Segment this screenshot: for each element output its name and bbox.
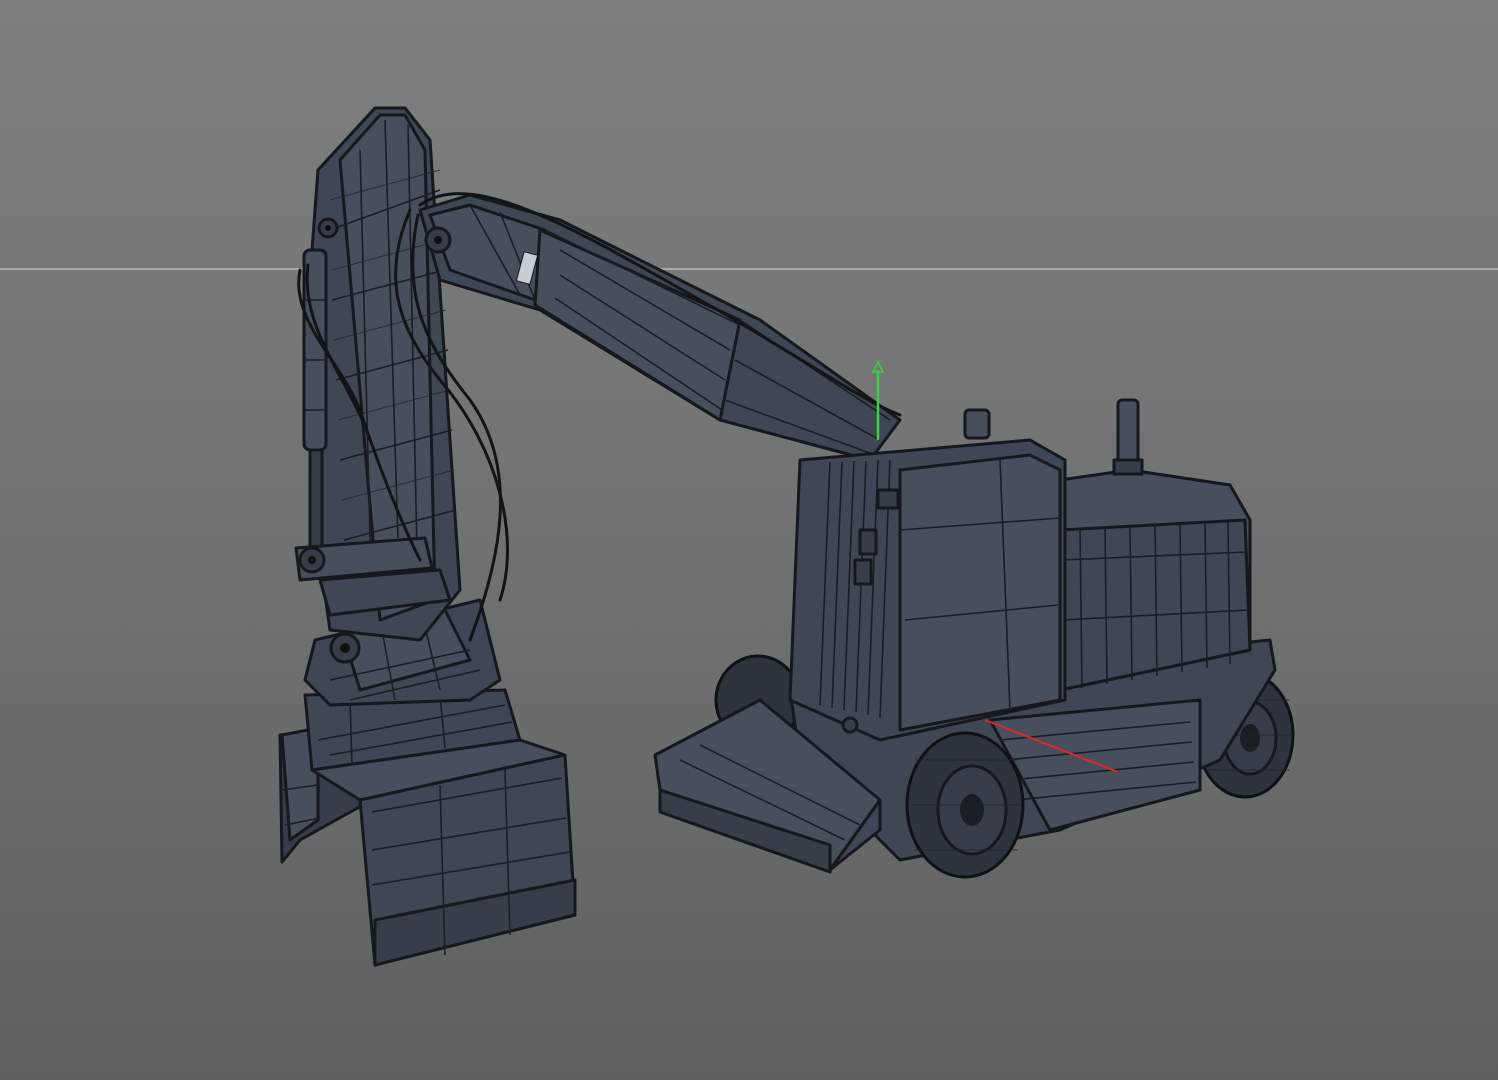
operator-cab[interactable] (788, 408, 1067, 742)
3d-viewport[interactable] (0, 0, 1498, 1080)
excavator-boom[interactable] (418, 193, 902, 462)
engine-housing (1058, 398, 1252, 692)
excavator-wireframe-model[interactable] (0, 0, 1498, 1080)
beacon-light (963, 408, 991, 440)
grapple-bucket[interactable] (278, 688, 577, 967)
front-wheel (905, 731, 1025, 879)
